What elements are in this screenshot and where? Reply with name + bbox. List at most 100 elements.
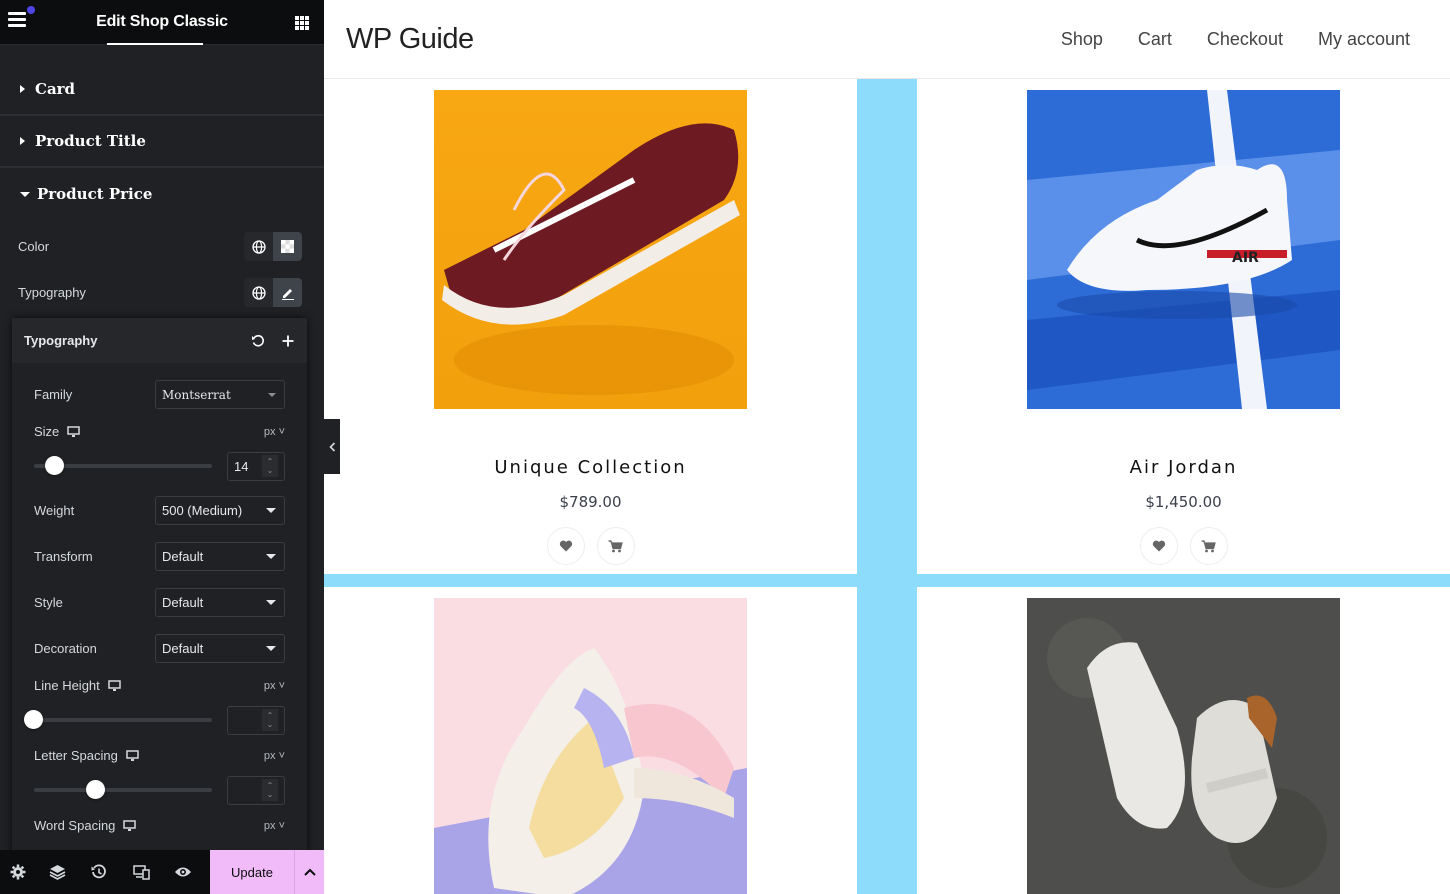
product-actions [324, 527, 857, 565]
update-label: Update [231, 864, 273, 880]
nav-checkout[interactable]: Checkout [1207, 29, 1283, 50]
nav-my-account[interactable]: My account [1318, 29, 1410, 50]
hamburger-menu-icon[interactable] [8, 12, 28, 32]
desktop-device-icon[interactable] [108, 679, 121, 692]
product-card[interactable] [917, 587, 1450, 894]
decoration-row: Decoration Default [34, 634, 285, 663]
font-style-select[interactable]: Default [155, 588, 285, 617]
font-family-value: Montserrat [162, 387, 231, 402]
unit-label: px [263, 819, 276, 832]
product-image[interactable]: AIR [1027, 90, 1340, 409]
preview-button[interactable] [162, 850, 204, 894]
site-title[interactable]: WP Guide [346, 23, 474, 56]
reset-icon[interactable] [251, 334, 265, 348]
heart-icon [1152, 540, 1165, 552]
transform-value: Default [162, 549, 204, 564]
color-control: Color [18, 232, 302, 261]
history-button[interactable] [78, 850, 120, 894]
save-options-button[interactable] [294, 850, 324, 894]
product-title[interactable]: Air Jordan [917, 457, 1450, 478]
letter-spacing-input[interactable]: ⌃ ⌄ [227, 775, 285, 805]
grid-gap-horizontal [324, 574, 1450, 587]
editor-header: Edit Shop Classic [0, 0, 324, 45]
editor-panel: Edit Shop Classic Card Product Title Pro… [0, 0, 324, 894]
line-height-unit-select[interactable]: px ˅ [264, 680, 285, 692]
color-picker-button[interactable] [273, 232, 302, 261]
line-height-slider-thumb[interactable] [24, 710, 43, 729]
word-spacing-label: Word Spacing [34, 818, 116, 833]
number-stepper[interactable]: ⌃ ⌄ [262, 709, 278, 731]
product-card[interactable] [324, 587, 857, 894]
product-title[interactable]: Unique Collection [324, 457, 857, 478]
global-fonts-button[interactable] [244, 278, 273, 307]
section-label: Product Price [37, 185, 153, 203]
wishlist-button[interactable] [1139, 527, 1178, 565]
update-button[interactable]: Update [210, 850, 294, 894]
letter-spacing-slider-thumb[interactable] [86, 780, 106, 799]
heart-icon [559, 540, 572, 552]
main-nav: Shop Cart Checkout My account [1061, 29, 1410, 50]
size-slider[interactable] [34, 456, 212, 475]
letter-spacing-slider[interactable] [34, 780, 212, 799]
caret-down-icon [268, 392, 276, 397]
nav-shop[interactable]: Shop [1061, 29, 1103, 50]
font-family-select[interactable]: Montserrat [155, 380, 285, 409]
weight-row: Weight 500 (Medium) [34, 496, 285, 525]
family-label: Family [34, 387, 73, 402]
navigator-button[interactable] [36, 850, 78, 894]
transform-label: Transform [34, 549, 93, 564]
word-spacing-unit-select[interactable]: px ˅ [264, 820, 285, 832]
section-card[interactable]: Card [0, 45, 324, 116]
wishlist-button[interactable] [546, 527, 585, 565]
desktop-device-icon[interactable] [123, 819, 137, 832]
line-height-input[interactable]: ⌃ ⌄ [227, 705, 285, 735]
desktop-device-icon[interactable] [67, 425, 81, 438]
line-height-label: Line Height [34, 678, 100, 693]
plus-icon[interactable] [281, 334, 295, 348]
product-image[interactable] [434, 90, 747, 409]
widgets-grid-icon[interactable] [295, 16, 309, 30]
size-label: Size [34, 424, 60, 439]
size-unit-select[interactable]: px ˅ [264, 426, 285, 438]
settings-button[interactable] [0, 850, 36, 894]
add-to-cart-button[interactable] [1189, 527, 1228, 565]
size-slider-thumb[interactable] [45, 456, 65, 475]
letter-spacing-slider-row: ⌃ ⌄ [34, 775, 285, 805]
product-image[interactable] [434, 598, 747, 894]
edit-typography-button[interactable] [273, 278, 302, 307]
product-price: $1,450.00 [1145, 493, 1222, 511]
nav-cart[interactable]: Cart [1138, 29, 1172, 50]
line-height-slider[interactable] [24, 710, 212, 729]
typography-control: Typography [18, 278, 302, 307]
unit-label: px [263, 749, 276, 762]
section-label: Product Title [35, 132, 146, 150]
product-card[interactable]: AIR Air Jordan $1,450.00 [917, 79, 1450, 574]
add-to-cart-button[interactable] [596, 527, 635, 565]
letter-spacing-unit-select[interactable]: px ˅ [264, 750, 285, 762]
responsive-mode-button[interactable] [120, 850, 162, 894]
number-stepper[interactable]: ⌃ ⌄ [262, 779, 278, 801]
text-decoration-select[interactable]: Default [155, 634, 285, 663]
style-label: Style [34, 595, 63, 610]
font-weight-select[interactable]: 500 (Medium) [155, 496, 285, 525]
decoration-value: Default [162, 641, 204, 656]
section-label: Card [35, 79, 76, 98]
product-image[interactable] [1027, 598, 1340, 894]
popover-title: Typography [24, 333, 98, 348]
caret-down-icon [266, 508, 276, 513]
typography-popover: Typography Family Montserrat Size px ˅ 1… [12, 318, 307, 878]
desktop-device-icon[interactable] [126, 749, 139, 762]
section-product-title[interactable]: Product Title [0, 116, 324, 168]
title-underline [107, 43, 203, 45]
section-product-price[interactable]: Product Price [0, 168, 324, 220]
size-input[interactable]: 14 ⌃ ⌄ [227, 451, 285, 481]
line-height-row: Line Height px ˅ [34, 678, 285, 693]
number-stepper[interactable]: ⌃ ⌄ [262, 455, 278, 477]
global-colors-button[interactable] [244, 232, 273, 261]
notification-dot [27, 6, 35, 14]
text-transform-select[interactable]: Default [155, 542, 285, 571]
product-card[interactable]: Unique Collection $789.00 [324, 79, 857, 574]
collapse-panel-button[interactable] [324, 419, 340, 474]
cart-icon [608, 539, 623, 552]
unit-label: px [263, 679, 276, 692]
